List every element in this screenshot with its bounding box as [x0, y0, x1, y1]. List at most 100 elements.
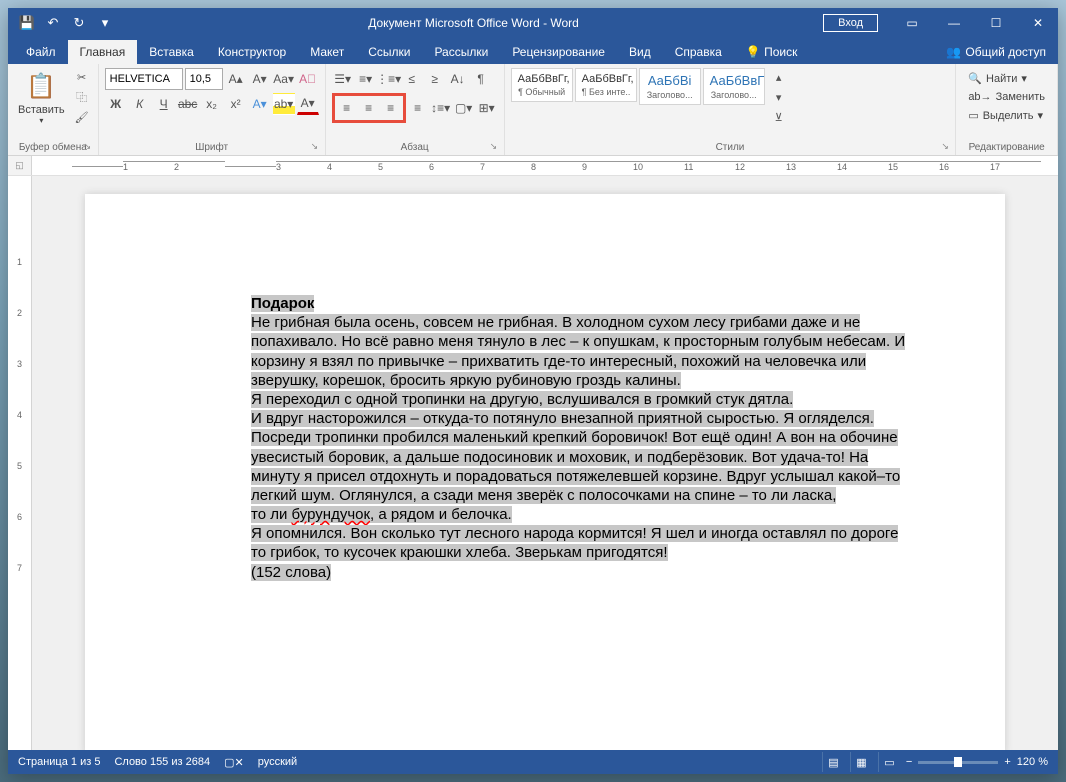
tab-layout[interactable]: Макет	[298, 40, 356, 64]
read-mode-icon[interactable]: ▤	[822, 752, 844, 772]
borders-icon[interactable]: ⊞▾	[476, 97, 498, 119]
zoom-in-icon[interactable]: +	[1004, 756, 1010, 768]
text-line: зверушку, корешок, бросить яркую рубинов…	[251, 372, 681, 389]
multilevel-icon[interactable]: ⋮≡▾	[378, 68, 400, 90]
share-button[interactable]: 👥 Общий доступ	[934, 40, 1058, 64]
find-button[interactable]: 🔍 Найти ▾	[964, 70, 1049, 87]
text-line: Посреди тропинки пробился маленький креп…	[251, 429, 898, 446]
text-line: увесистый боровик, а дальше подосиновик …	[251, 449, 868, 466]
page-indicator[interactable]: Страница 1 из 5	[18, 756, 100, 768]
styles-up-icon[interactable]: ▴	[769, 68, 789, 86]
ruler-corner[interactable]: ◱	[8, 156, 32, 175]
clipboard-launcher-icon[interactable]: ↘	[84, 141, 96, 153]
select-button[interactable]: ▭ Выделить ▾	[964, 107, 1049, 124]
style-heading1[interactable]: АаБбВі Заголово...	[639, 68, 701, 105]
zoom-level[interactable]: 120 %	[1017, 756, 1048, 768]
close-icon[interactable]: ✕	[1018, 8, 1058, 38]
paragraph-launcher-icon[interactable]: ↘	[490, 141, 502, 153]
tab-home[interactable]: Главная	[68, 40, 138, 64]
bold-button[interactable]: Ж	[105, 93, 127, 115]
underline-button[interactable]: Ч	[153, 93, 175, 115]
font-color-icon[interactable]: A▾	[297, 93, 319, 115]
bullets-icon[interactable]: ☰▾	[332, 68, 354, 90]
style-name: Заголово...	[646, 90, 694, 100]
shrink-font-icon[interactable]: A▾	[249, 68, 271, 90]
line-spacing-icon[interactable]: ↕≡▾	[430, 97, 452, 119]
justify-icon[interactable]: ≡	[407, 97, 429, 119]
paste-button[interactable]: 📋 Вставить ▾	[14, 68, 69, 127]
shading-icon[interactable]: ▢▾	[453, 97, 475, 119]
style-nospacing[interactable]: АаБбВвГг, ¶ Без инте...	[575, 68, 637, 102]
undo-icon[interactable]: ↶	[42, 12, 64, 34]
ribbon: 📋 Вставить ▾ ✂ ⿻ 🖌 Буфер обмена ↘ A▴	[8, 64, 1058, 156]
increase-indent-icon[interactable]: ≥	[424, 68, 446, 90]
font-launcher-icon[interactable]: ↘	[311, 141, 323, 153]
text-line: корзину я взял по привычке – прихватить …	[251, 353, 866, 370]
paste-dropdown-icon: ▾	[39, 116, 43, 125]
italic-button[interactable]: К	[129, 93, 151, 115]
text-effects-icon[interactable]: A▾	[249, 93, 271, 115]
styles-more-icon[interactable]: ⊻	[769, 108, 789, 126]
group-editing: 🔍 Найти ▾ ab→ Заменить ▭ Выделить ▾ Реда…	[956, 64, 1058, 155]
minimize-icon[interactable]: —	[934, 8, 974, 38]
zoom-slider[interactable]	[918, 761, 998, 764]
highlight-icon[interactable]: ab▾	[273, 93, 295, 115]
language-indicator[interactable]: русский	[258, 756, 297, 768]
sort-icon[interactable]: A↓	[447, 68, 469, 90]
tab-file[interactable]: Файл	[14, 40, 68, 64]
page-viewport[interactable]: Подарок Не грибная была осень, совсем не…	[32, 176, 1058, 750]
numbering-icon[interactable]: ≡▾	[355, 68, 377, 90]
replace-button[interactable]: ab→ Заменить	[964, 89, 1049, 105]
maximize-icon[interactable]: ☐	[976, 8, 1016, 38]
tab-view[interactable]: Вид	[617, 40, 663, 64]
statusbar: Страница 1 из 5 Слово 155 из 2684 ▢✕ рус…	[8, 750, 1058, 774]
tab-review[interactable]: Рецензирование	[500, 40, 617, 64]
text-line: попахивало. Но всё равно меня тянуло в л…	[251, 333, 905, 350]
vertical-ruler[interactable]: 1234567	[8, 176, 32, 750]
change-case-icon[interactable]: Aa▾	[273, 68, 295, 90]
style-heading2[interactable]: АаБбВвГ Заголово...	[703, 68, 765, 105]
redo-icon[interactable]: ↻	[68, 12, 90, 34]
font-size-input[interactable]	[185, 68, 223, 90]
tab-design[interactable]: Конструктор	[206, 40, 298, 64]
clear-format-icon[interactable]: A⃠	[297, 68, 319, 90]
ribbon-options-icon[interactable]: ▭	[892, 8, 932, 38]
zoom-out-icon[interactable]: −	[906, 756, 912, 768]
proofing-icon[interactable]: ▢✕	[224, 756, 244, 769]
tab-mailings[interactable]: Рассылки	[422, 40, 500, 64]
align-left-icon[interactable]: ≡	[336, 97, 358, 119]
styles-down-icon[interactable]: ▾	[769, 88, 789, 106]
style-normal[interactable]: АаБбВвГг, ¶ Обычный	[511, 68, 573, 102]
copy-icon[interactable]: ⿻	[72, 88, 92, 106]
page[interactable]: Подарок Не грибная была осень, совсем не…	[85, 194, 1005, 750]
clipboard-icon: 📋	[25, 70, 57, 102]
document-body[interactable]: Подарок Не грибная была осень, совсем не…	[251, 294, 951, 582]
tab-search[interactable]: 💡 Поиск	[734, 40, 810, 64]
web-layout-icon[interactable]: ▭	[878, 752, 900, 772]
subscript-icon[interactable]: x₂	[201, 93, 223, 115]
superscript-icon[interactable]: x²	[225, 93, 247, 115]
font-name-input[interactable]	[105, 68, 183, 90]
strike-icon[interactable]: abc	[177, 93, 199, 115]
cut-icon[interactable]: ✂	[72, 68, 92, 86]
horizontal-ruler[interactable]: 1 2 3 4 5 6 7 8 9 10 11 12 13 14 15 16 1…	[32, 156, 1058, 175]
ruler-tick: 3	[276, 161, 327, 172]
ruler-tick: 13	[786, 161, 837, 172]
print-layout-icon[interactable]: ▦	[850, 752, 872, 772]
align-center-icon[interactable]: ≡	[358, 97, 380, 119]
grow-font-icon[interactable]: A▴	[225, 68, 247, 90]
decrease-indent-icon[interactable]: ≤	[401, 68, 423, 90]
format-painter-icon[interactable]: 🖌	[72, 108, 92, 126]
ruler-tick: 11	[684, 161, 735, 172]
group-paragraph: ☰▾ ≡▾ ⋮≡▾ ≤ ≥ A↓ ¶ ≡ ≡ ≡ ≡ ↕≡▾ ▢▾	[326, 64, 505, 155]
show-marks-icon[interactable]: ¶	[470, 68, 492, 90]
login-button[interactable]: Вход	[823, 14, 878, 32]
align-right-icon[interactable]: ≡	[380, 97, 402, 119]
qat-dropdown-icon[interactable]: ▾	[94, 12, 116, 34]
tab-references[interactable]: Ссылки	[356, 40, 422, 64]
save-icon[interactable]: 💾	[16, 12, 38, 34]
tab-help[interactable]: Справка	[663, 40, 734, 64]
tab-insert[interactable]: Вставка	[137, 40, 206, 64]
styles-launcher-icon[interactable]: ↘	[941, 141, 953, 153]
word-count[interactable]: Слово 155 из 2684	[114, 756, 210, 768]
